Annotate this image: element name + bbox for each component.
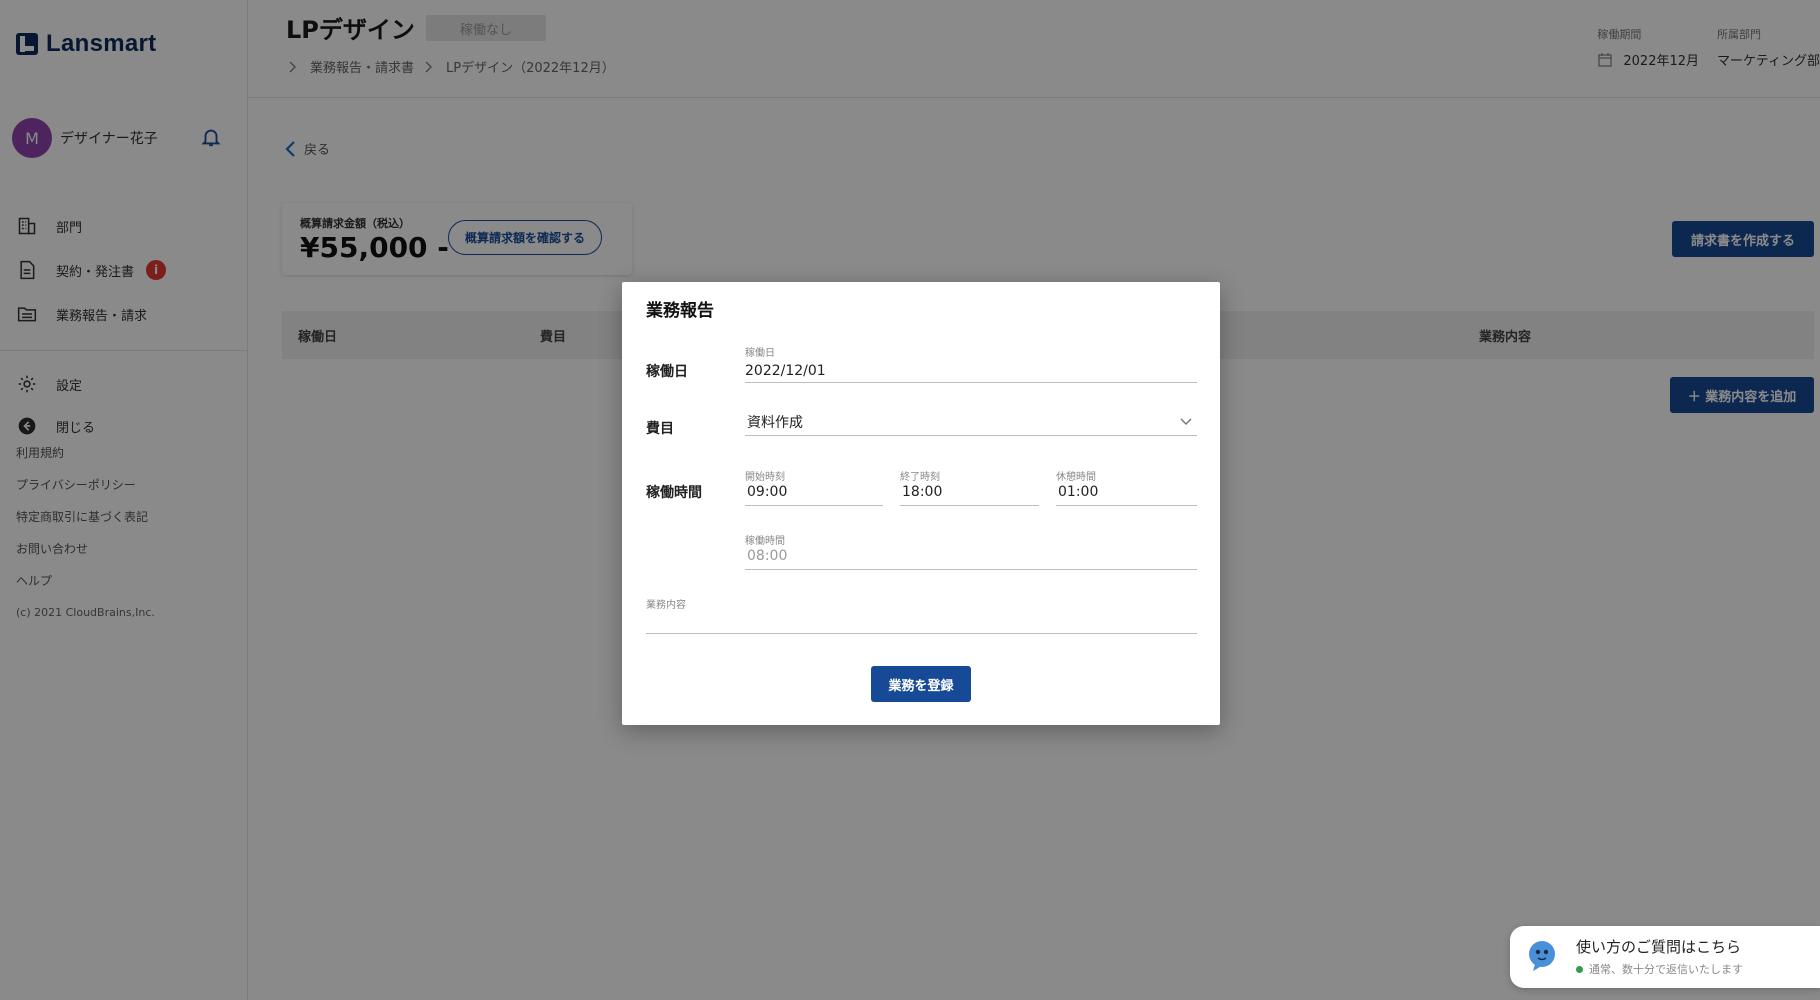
work-hours-label: 稼働時間 (745, 536, 785, 547)
work-hours-field: 稼働時間 08:00 (745, 532, 1197, 570)
date-label: 稼働日 (646, 364, 688, 380)
category-label: 費目 (646, 421, 674, 437)
category-value: 資料作成 (747, 415, 803, 431)
break-time-value: 01:00 (1058, 484, 1099, 500)
end-time-label: 終了時刻 (900, 472, 940, 483)
modal-title: 業務報告 (646, 301, 714, 321)
work-time-label: 稼働時間 (646, 485, 702, 501)
end-time-field[interactable]: 終了時刻 18:00 (900, 468, 1039, 506)
break-time-field[interactable]: 休憩時間 01:00 (1056, 468, 1197, 506)
work-content-label: 業務内容 (646, 600, 686, 611)
work-report-modal: 業務報告 稼働日 稼働日 2022/12/01 費目 資料作成 稼働時間 開始時… (622, 282, 1220, 725)
online-status-icon (1576, 965, 1583, 973)
category-select[interactable]: 資料作成 (745, 406, 1197, 436)
work-hours-value: 08:00 (747, 548, 788, 564)
end-time-value: 18:00 (902, 484, 943, 500)
start-time-label: 開始時刻 (745, 472, 785, 483)
date-field[interactable]: 稼働日 2022/12/01 (745, 344, 1197, 383)
chevron-down-icon (1180, 418, 1192, 426)
chat-reply-time: 通常、数十分で返信いたします (1589, 963, 1743, 976)
work-content-field[interactable]: 業務内容 (646, 596, 1197, 634)
chat-title: 使い方のご質問はこちら (1576, 938, 1742, 956)
chat-bot-icon (1529, 941, 1555, 971)
date-value: 2022/12/01 (745, 363, 826, 379)
date-field-label: 稼働日 (745, 348, 775, 359)
chat-subtitle: 通常、数十分で返信いたします (1576, 961, 1743, 977)
register-work-button[interactable]: 業務を登録 (871, 666, 971, 702)
support-chat-widget[interactable]: 使い方のご質問はこちら 通常、数十分で返信いたします (1510, 926, 1820, 988)
break-time-label: 休憩時間 (1056, 472, 1096, 483)
start-time-value: 09:00 (747, 484, 788, 500)
start-time-field[interactable]: 開始時刻 09:00 (745, 468, 883, 506)
